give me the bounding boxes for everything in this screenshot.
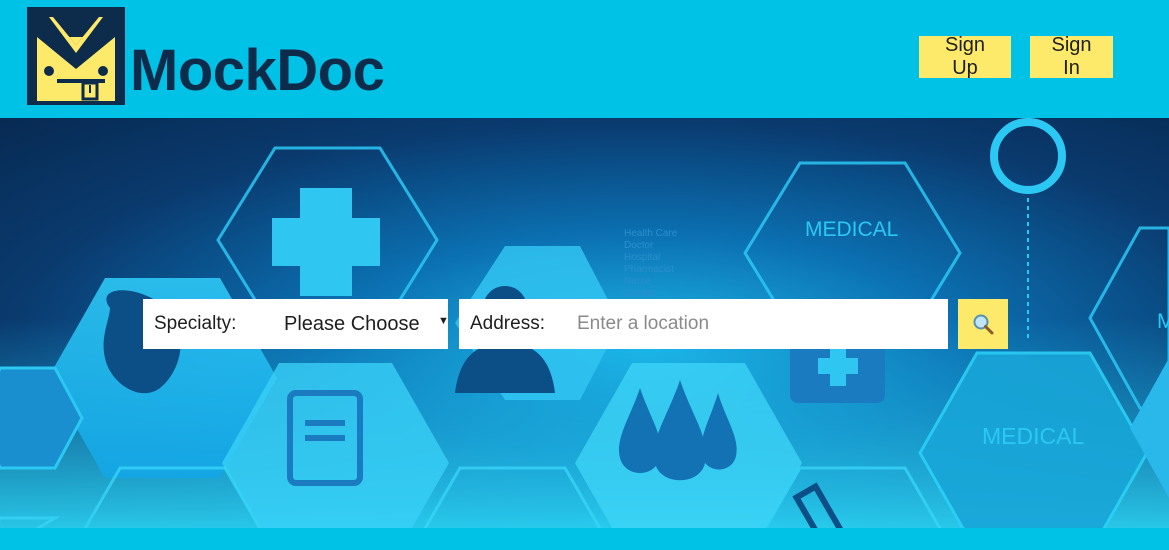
brand-name: MockDoc [130, 38, 385, 103]
overlay-text-health-care: Health Care [624, 228, 678, 239]
address-field: Address: [459, 299, 948, 349]
search-button[interactable] [958, 299, 1008, 349]
logo[interactable]: MockDoc [27, 7, 385, 105]
overlay-text-nurse: Nurse [624, 276, 651, 287]
address-label: Address: [470, 313, 545, 334]
address-input[interactable] [577, 299, 937, 349]
header: MockDoc Sign Up Sign In [0, 0, 1169, 118]
overlay-text-dentist: Dentist [624, 288, 655, 299]
overlay-text-hospital: Hospital [624, 252, 660, 263]
specialty-select[interactable]: Please Choose [284, 299, 420, 349]
logo-face-icon [27, 7, 125, 105]
overlay-text-medical-top: MEDICAL [805, 218, 898, 241]
specialty-selected-value: Please Choose [284, 312, 420, 335]
sign-up-button[interactable]: Sign Up [919, 34, 1011, 79]
overlay-text-m: M [1157, 310, 1169, 333]
magnifier-icon [973, 314, 994, 335]
specialty-field: Specialty: Please Choose ▼ [143, 299, 449, 349]
chevron-down-icon[interactable]: ▼ [438, 315, 449, 327]
overlay-text-doctor: Doctor [624, 240, 654, 251]
sign-in-button[interactable]: Sign In [1030, 34, 1113, 79]
footer-strip [0, 528, 1169, 550]
overlay-text-medical: MEDICAL [982, 423, 1084, 449]
medical-cross-icon [272, 188, 380, 296]
specialty-label: Specialty: [154, 313, 237, 334]
overlay-text-pharmacist: Pharmacist [624, 264, 674, 275]
